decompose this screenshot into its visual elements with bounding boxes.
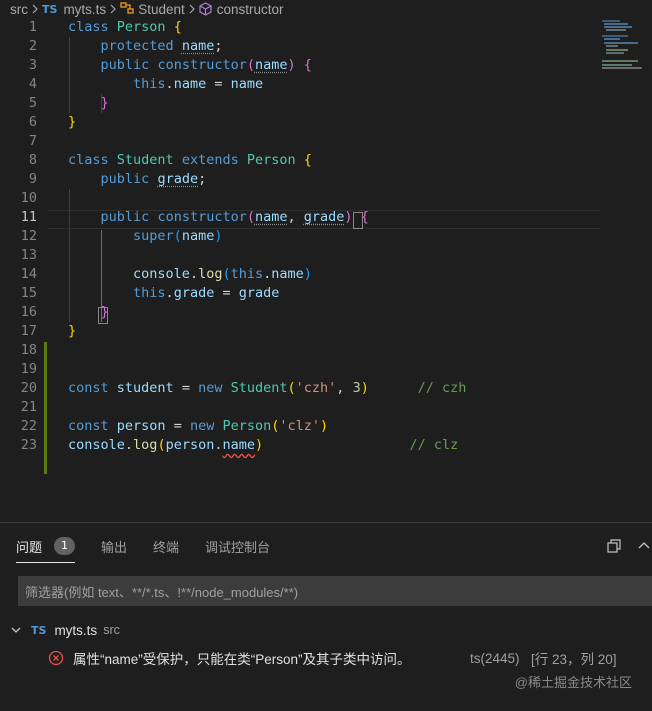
code-line: 5 } — [28, 95, 109, 111]
problem-code: ts(2445) — [470, 650, 520, 666]
breadcrumb-class[interactable]: Student — [120, 2, 185, 17]
problem-item[interactable]: 属性“name”受保护，只能在类“Person”及其子类中访问。 ts(2445… — [0, 647, 652, 669]
class-icon — [120, 1, 134, 17]
code-line: 12 super(name) — [20, 228, 223, 244]
chevron-right-icon — [28, 4, 42, 14]
tab-debug-console[interactable]: 调试控制台 — [205, 533, 270, 559]
code-line: 4 this.name = name — [28, 76, 264, 92]
tab-output[interactable]: 输出 — [101, 533, 127, 559]
restore-panel-icon[interactable] — [606, 538, 622, 554]
chevron-down-icon — [10, 624, 22, 636]
chevron-up-icon[interactable] — [636, 538, 652, 554]
code-line: 2 protected name; — [28, 38, 223, 54]
panel-tabs: 问题 1 输出 终端 调试控制台 — [0, 533, 280, 563]
problem-message: 属性“name”受保护，只能在类“Person”及其子类中访问。 — [73, 652, 411, 667]
code-line: 21 — [20, 399, 37, 415]
problems-filter-input[interactable]: 筛选器(例如 text、**/*.ts、!**/node_modules/**) — [18, 576, 652, 606]
code-line: 14 console.log(this.name) — [20, 266, 312, 282]
error-squiggle: name — [222, 437, 256, 453]
tab-terminal[interactable]: 终端 — [153, 533, 179, 559]
code-line: 10 — [20, 190, 37, 206]
problem-file-group[interactable]: TS myts.ts src — [0, 620, 120, 640]
typescript-file-icon: TS — [42, 2, 58, 16]
minimap[interactable] — [600, 18, 652, 78]
breadcrumb-file[interactable]: TS myts.ts — [42, 2, 106, 17]
code-line-active: 11 public constructor(name, grade) { — [20, 209, 369, 225]
code-line: 15 this.grade = grade — [20, 285, 280, 301]
typescript-file-icon: TS — [31, 623, 47, 637]
code-line: 19 — [20, 361, 37, 377]
code-line: 17} — [20, 323, 77, 339]
problem-count-badge: 1 — [54, 537, 76, 555]
breadcrumb-folder[interactable]: src — [0, 2, 28, 17]
method-cube-icon — [199, 2, 212, 16]
watermark: @稀土掘金技术社区 — [514, 675, 632, 690]
breadcrumb-method[interactable]: constructor — [199, 2, 284, 17]
code-editor[interactable]: 1 class Person { 2 protected name; 3 publ… — [0, 18, 652, 522]
code-line: 16 } — [20, 304, 109, 320]
chevron-right-icon — [106, 4, 120, 14]
breadcrumb: src TS myts.ts Student constructor — [0, 0, 652, 18]
tab-problems[interactable]: 问题 1 — [16, 533, 76, 563]
code-line: 18 — [20, 342, 37, 358]
code-line: 1 class Person { — [28, 19, 182, 35]
chevron-right-icon — [185, 4, 199, 14]
problem-location: [行 23，列 20] — [531, 652, 617, 667]
error-circle-icon — [48, 650, 64, 666]
code-line: 13 — [20, 247, 37, 263]
code-line: 9 public grade; — [28, 171, 207, 187]
code-line: 22 const person = new Person('clz') — [20, 418, 329, 434]
code-line: 7 — [28, 133, 37, 149]
panel-actions — [592, 533, 652, 559]
code-line: 23 console.log(person.name) // clz — [20, 437, 459, 453]
code-line: 8 class Student extends Person { — [28, 152, 312, 168]
code-line: 6} — [28, 114, 77, 130]
bottom-panel: 问题 1 输出 终端 调试控制台 筛选器(例如 text、**/*.ts、!**… — [0, 522, 652, 711]
code-line: 3 public constructor(name) { — [28, 57, 312, 73]
code-line: 20 const student = new Student('czh', 3) … — [20, 380, 467, 396]
